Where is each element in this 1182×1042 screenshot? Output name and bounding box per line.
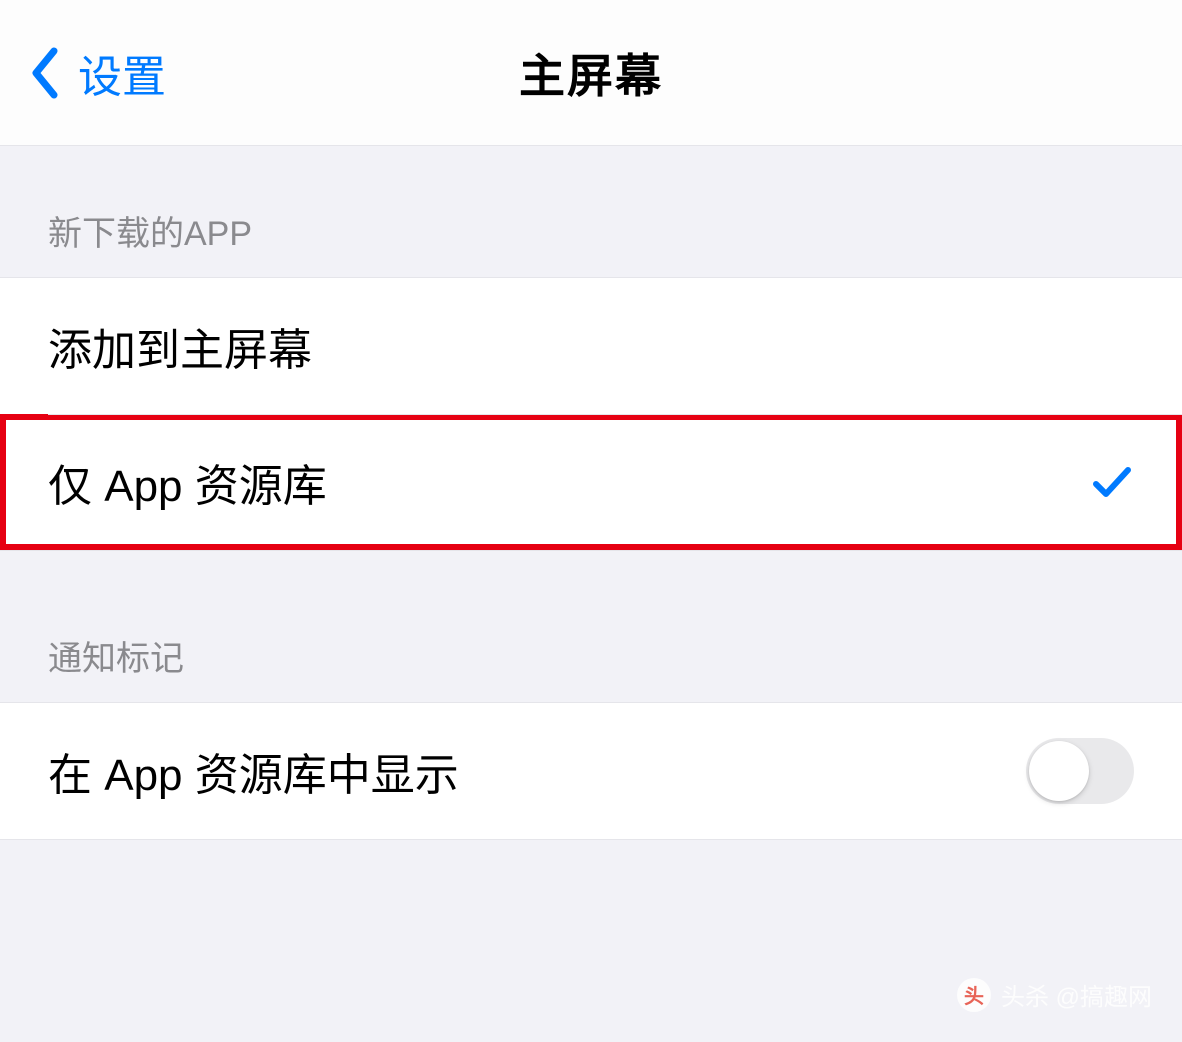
watermark-text: 头杀 @搞趣网 xyxy=(1001,977,1152,1012)
navigation-header: 设置 主屏幕 xyxy=(0,0,1182,146)
toggle-knob xyxy=(1029,741,1089,801)
checkmark-icon xyxy=(1090,460,1134,504)
back-button[interactable]: 设置 xyxy=(0,41,166,105)
option-label: 添加到主屏幕 xyxy=(48,314,312,378)
watermark-icon: 头 xyxy=(957,978,991,1012)
option-app-library-only[interactable]: 仅 App 资源库 xyxy=(0,414,1182,550)
option-add-to-home-screen[interactable]: 添加到主屏幕 xyxy=(0,278,1182,414)
row-show-in-app-library: 在 App 资源库中显示 xyxy=(0,703,1182,839)
new-downloads-list: 添加到主屏幕 仅 App 资源库 xyxy=(0,277,1182,551)
back-label: 设置 xyxy=(78,41,166,105)
watermark: 头 头杀 @搞趣网 xyxy=(957,977,1152,1012)
section-header-new-downloads: 新下载的APP xyxy=(0,146,1182,277)
show-in-app-library-toggle[interactable] xyxy=(1026,738,1134,804)
page-title: 主屏幕 xyxy=(519,40,663,106)
option-label: 仅 App 资源库 xyxy=(48,450,327,514)
section-header-notification-badges: 通知标记 xyxy=(0,551,1182,702)
row-label: 在 App 资源库中显示 xyxy=(48,739,459,803)
notification-badges-list: 在 App 资源库中显示 xyxy=(0,702,1182,840)
chevron-left-icon xyxy=(28,47,60,99)
